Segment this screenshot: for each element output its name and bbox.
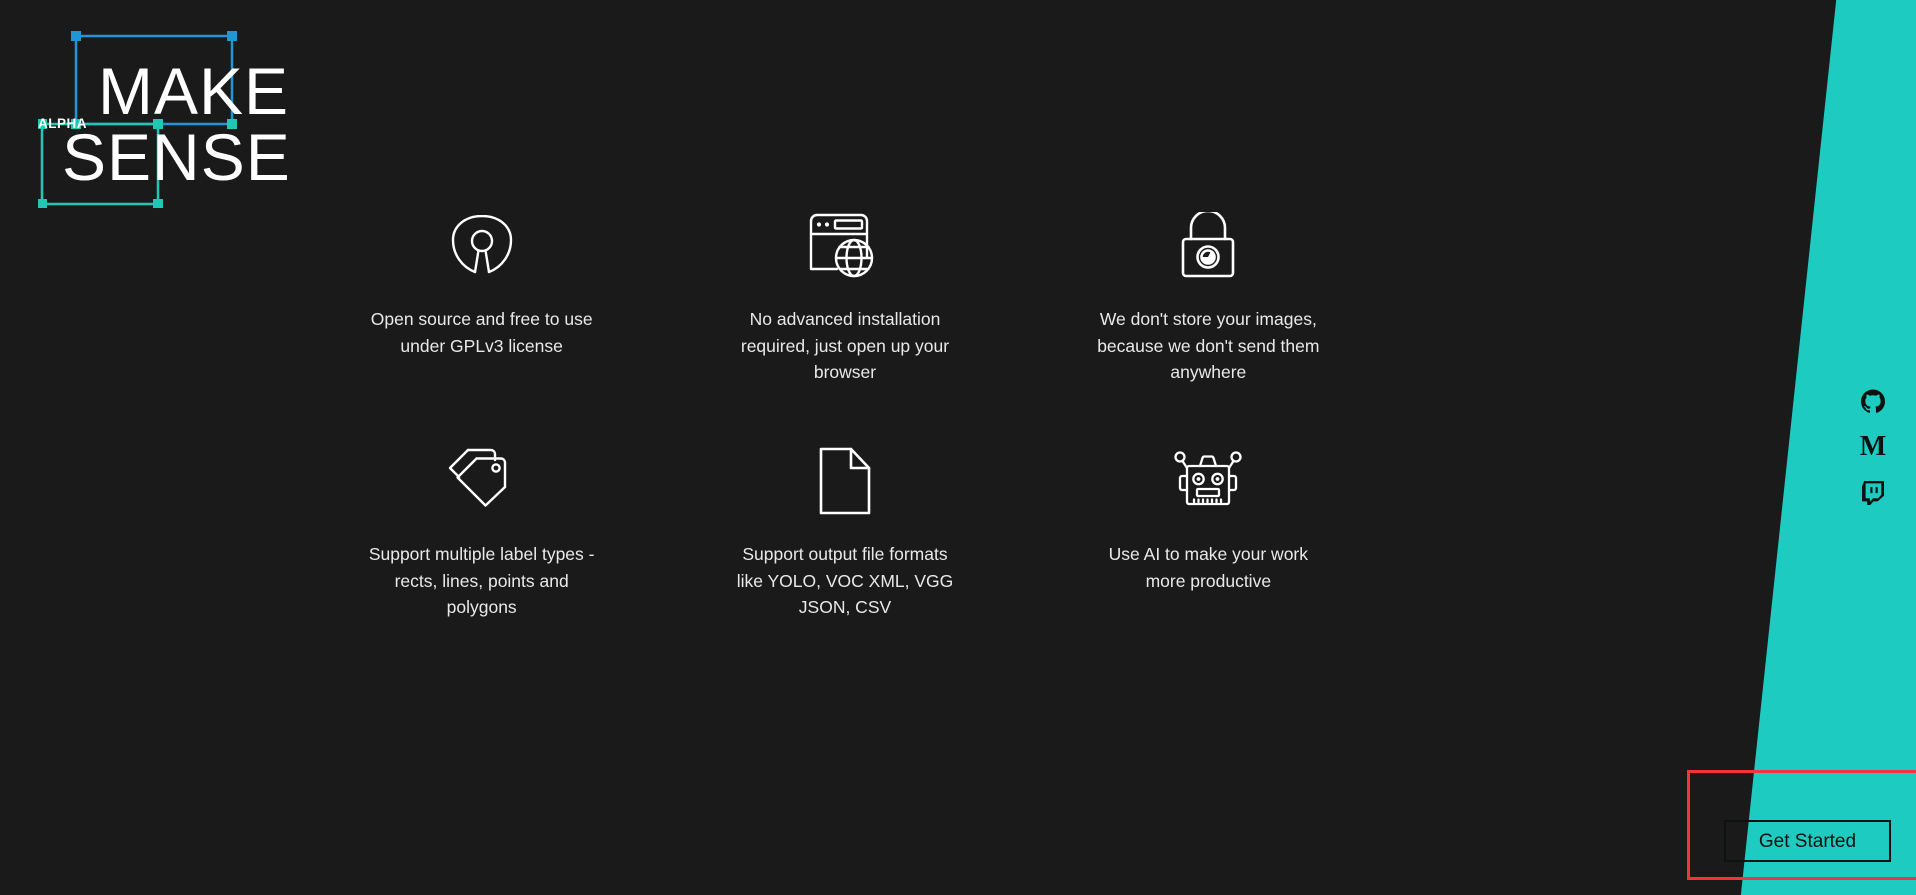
side-panel-teal	[1740, 0, 1916, 895]
handle-blue-tr	[227, 31, 237, 41]
logo-text-sense: SENSE	[62, 120, 291, 194]
feature-grid: Open source and free to use under GPLv3 …	[300, 200, 1390, 670]
github-icon[interactable]	[1860, 388, 1886, 414]
feature-no-installation: No advanced installation required, just …	[663, 200, 1026, 435]
feature-text: Open source and free to use under GPLv3 …	[370, 309, 593, 356]
lock-privacy-icon	[1178, 200, 1238, 292]
feature-text: We don't store your images, because we d…	[1097, 309, 1320, 383]
feature-privacy: We don't store your images, because we d…	[1027, 200, 1390, 435]
feature-output-formats: Support output file formats like YOLO, V…	[663, 435, 1026, 670]
feature-open-source: Open source and free to use under GPLv3 …	[300, 200, 663, 435]
medium-icon[interactable]: M	[1859, 431, 1887, 462]
document-icon	[818, 435, 872, 527]
robot-icon	[1171, 435, 1245, 527]
logo-text-make: MAKE	[98, 54, 290, 128]
feature-label-types: Support multiple label types - rects, li…	[300, 435, 663, 670]
tags-icon	[447, 435, 517, 527]
handle-teal-br	[153, 199, 163, 208]
twitch-icon[interactable]	[1860, 480, 1886, 506]
handle-teal-bl	[38, 199, 47, 208]
feature-text: Support multiple label types - rects, li…	[368, 544, 595, 618]
handle-blue-tl	[71, 31, 81, 41]
feature-text: Support output file formats like YOLO, V…	[736, 544, 954, 618]
app-logo: MAKE SENSE ALPHA	[38, 28, 318, 208]
medium-letter: M	[1859, 431, 1887, 462]
browser-globe-icon	[809, 200, 881, 292]
feature-text: Use AI to make your work more productive	[1108, 544, 1309, 591]
social-links: M	[1860, 388, 1886, 506]
alpha-badge: ALPHA	[38, 116, 87, 131]
feature-ai: Use AI to make your work more productive	[1027, 435, 1390, 670]
feature-text: No advanced installation required, just …	[740, 309, 950, 383]
get-started-button[interactable]: Get Started	[1724, 820, 1891, 862]
open-source-icon	[451, 200, 513, 292]
